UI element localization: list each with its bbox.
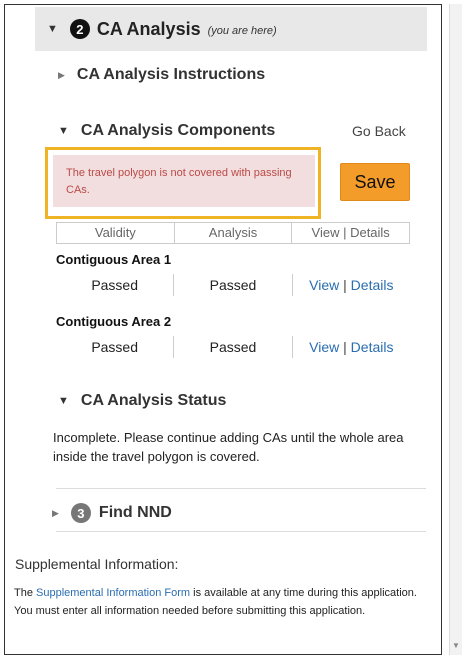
section-find-nnd-header[interactable]: ▶ 3 Find NND bbox=[52, 503, 172, 523]
view-link[interactable]: View bbox=[309, 339, 339, 355]
step-number-badge: 2 bbox=[69, 19, 90, 39]
column-header-view-details: View | Details bbox=[311, 225, 390, 240]
caret-right-icon: ▶ bbox=[52, 507, 59, 518]
view-link[interactable]: View bbox=[309, 277, 339, 293]
separator: | bbox=[339, 277, 351, 293]
section-ca-analysis-header[interactable]: ▼ 2 CA Analysis (you are here) bbox=[35, 7, 427, 51]
status-toggle[interactable]: ▼ CA Analysis Status bbox=[58, 392, 226, 410]
separator: | bbox=[339, 339, 351, 355]
validity-value: Passed bbox=[56, 336, 175, 358]
instructions-label: CA Analysis Instructions bbox=[76, 66, 266, 83]
scrollbar[interactable]: ▼ bbox=[449, 4, 462, 655]
status-text: Incomplete. Please continue adding CAs u… bbox=[53, 430, 404, 464]
caret-right-icon: ▶ bbox=[58, 69, 65, 80]
caret-down-icon: ▼ bbox=[58, 395, 69, 407]
details-link[interactable]: Details bbox=[351, 339, 394, 355]
area-title: Contiguous Area 2 bbox=[56, 314, 172, 329]
supplemental-text: The Supplemental Information Form is ava… bbox=[14, 584, 429, 620]
scroll-down-arrow-icon[interactable]: ▼ bbox=[451, 641, 461, 651]
supplemental-text-before: The bbox=[14, 587, 37, 599]
status-label: CA Analysis Status bbox=[80, 392, 227, 409]
section-title: Find NND bbox=[98, 504, 172, 521]
highlight-outline bbox=[45, 147, 321, 219]
area-title: Contiguous Area 1 bbox=[56, 252, 172, 267]
step-number-badge: 3 bbox=[70, 503, 91, 523]
view-details-cell: View | Details bbox=[293, 336, 410, 358]
caret-down-icon: ▼ bbox=[47, 23, 58, 35]
section-title: CA Analysis bbox=[96, 18, 201, 39]
components-label: CA Analysis Components bbox=[80, 122, 276, 139]
analysis-value: Passed bbox=[174, 336, 293, 358]
table-row: Passed Passed View | Details bbox=[56, 274, 410, 296]
view-details-cell: View | Details bbox=[293, 274, 410, 296]
validity-value: Passed bbox=[56, 274, 175, 296]
instructions-toggle[interactable]: ▶ CA Analysis Instructions bbox=[58, 66, 265, 84]
caret-down-icon: ▼ bbox=[58, 125, 69, 137]
supplemental-form-link[interactable]: Supplemental Information Form bbox=[36, 587, 190, 599]
components-toggle[interactable]: ▼ CA Analysis Components bbox=[58, 122, 275, 140]
divider bbox=[56, 531, 426, 532]
column-header-validity: Validity bbox=[57, 223, 175, 243]
table-row: Passed Passed View | Details bbox=[56, 336, 410, 358]
go-back-link[interactable]: Go Back bbox=[352, 123, 406, 139]
details-link[interactable]: Details bbox=[351, 277, 394, 293]
save-button[interactable]: Save bbox=[340, 163, 410, 201]
table-header: Validity Analysis View | Details bbox=[56, 222, 410, 244]
you-are-here-note: (you are here) bbox=[207, 24, 277, 37]
divider bbox=[56, 488, 426, 489]
column-header-analysis: Analysis bbox=[175, 223, 293, 243]
supplemental-title: Supplemental Information: bbox=[15, 556, 179, 572]
analysis-value: Passed bbox=[174, 274, 293, 296]
